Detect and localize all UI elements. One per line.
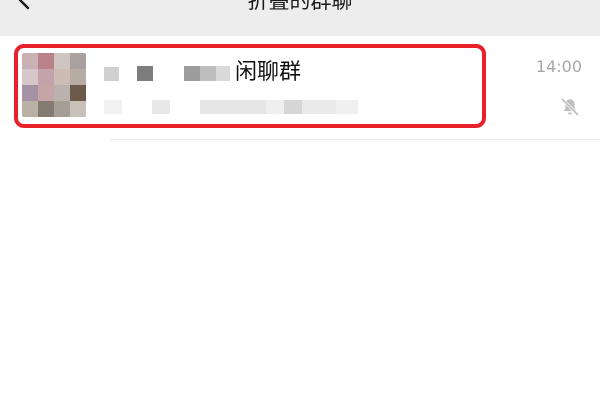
group-avatar xyxy=(22,53,86,117)
obscured-preview-block xyxy=(336,100,358,114)
nav-bar: 折叠的群聊 xyxy=(0,0,600,36)
obscured-name-block xyxy=(200,66,216,81)
bell-muted-icon xyxy=(561,98,579,116)
obscured-preview-block xyxy=(104,100,122,114)
chat-time: 14:00 xyxy=(535,57,582,76)
obscured-preview-block xyxy=(200,100,266,114)
chat-name: 闲聊群 xyxy=(235,60,302,85)
page-title: 折叠的群聊 xyxy=(247,0,353,13)
obscured-preview-block xyxy=(284,100,302,114)
message-preview xyxy=(104,98,374,116)
chat-name-line: 闲聊群 xyxy=(104,58,364,88)
obscured-preview-block xyxy=(302,100,336,114)
row-divider xyxy=(110,139,600,140)
obscured-preview-block xyxy=(266,100,284,114)
obscured-name-block xyxy=(184,66,200,81)
obscured-name-block xyxy=(137,66,153,81)
obscured-name-block xyxy=(216,66,230,81)
folded-group-chats-screen: 折叠的群聊 闲聊群 14:00 xyxy=(0,0,600,420)
obscured-name-block xyxy=(104,67,119,81)
obscured-preview-block xyxy=(152,100,170,114)
